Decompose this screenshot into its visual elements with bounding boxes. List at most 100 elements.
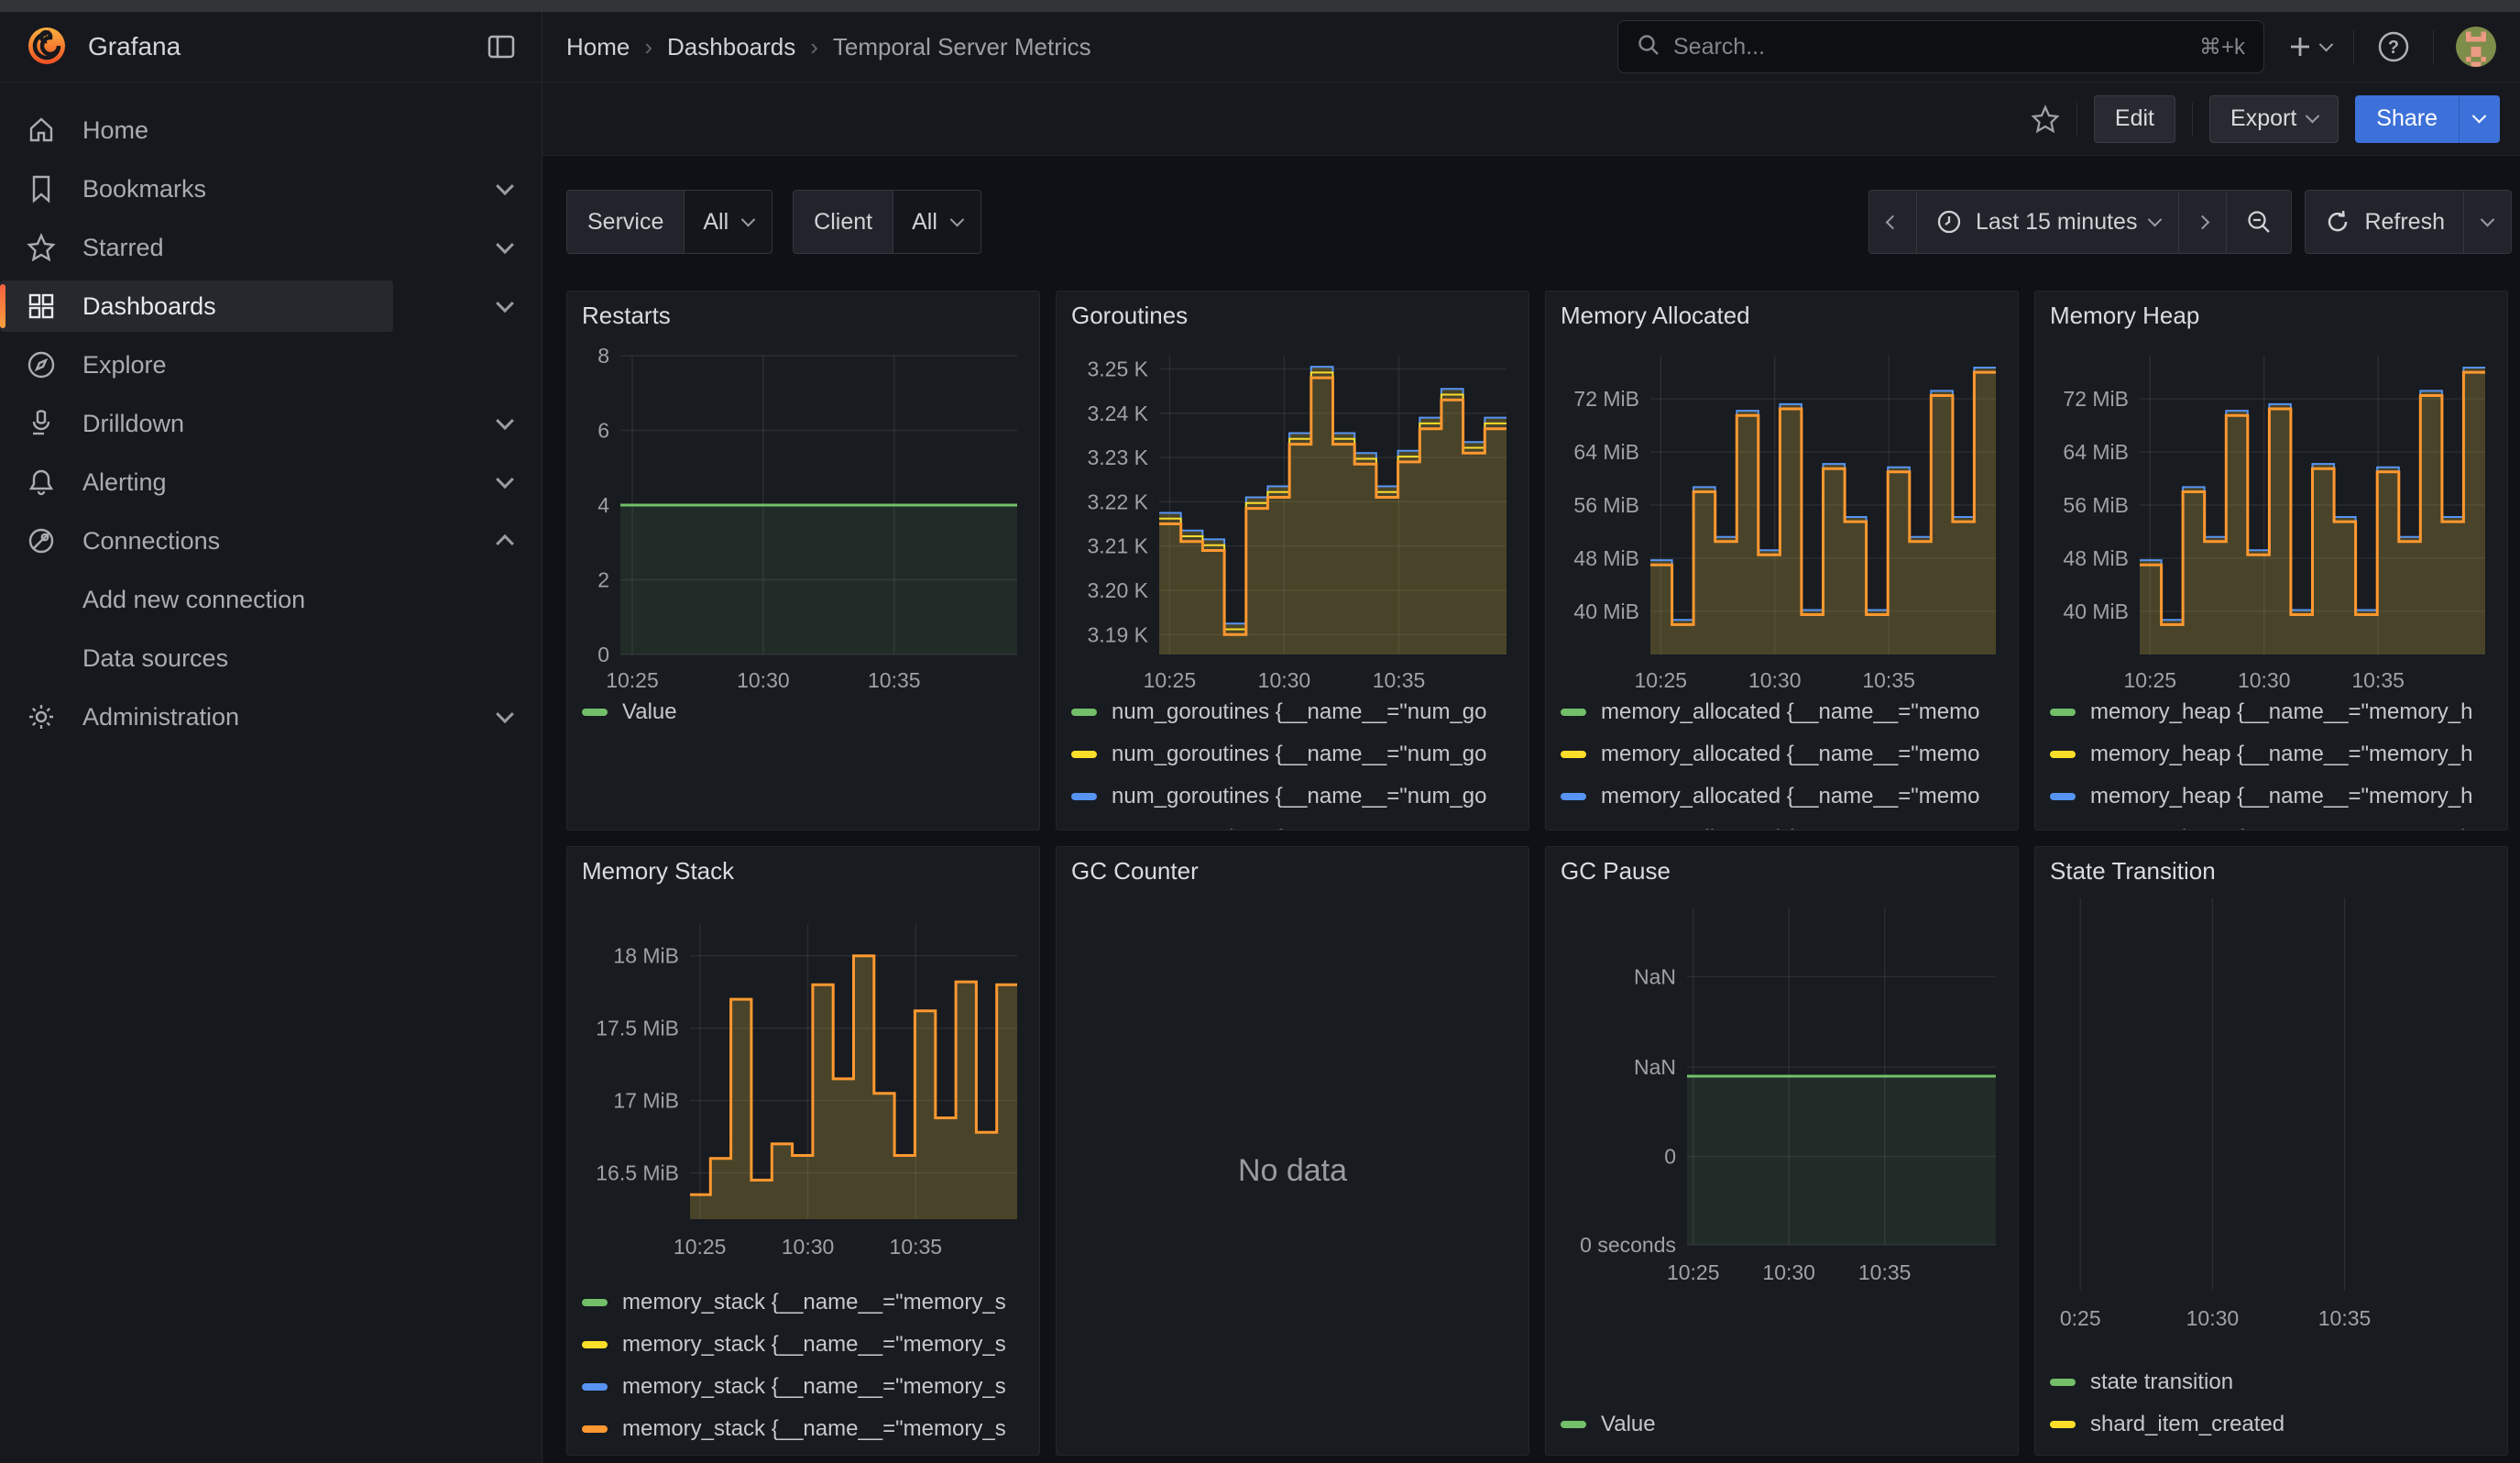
legend-series-marker bbox=[582, 1341, 608, 1348]
sidebar-item-dashboards[interactable]: Dashboards bbox=[0, 277, 542, 336]
svg-text:40 MiB: 40 MiB bbox=[1573, 600, 1639, 623]
legend-series-label: memory_heap {__name__="memory_h bbox=[2090, 826, 2472, 830]
share-split-button: Share bbox=[2355, 95, 2500, 143]
svg-text:10:35: 10:35 bbox=[868, 668, 921, 691]
panel-title[interactable]: State Transition bbox=[2050, 854, 2493, 887]
chart-plot[interactable]: 0:2510:3010:35 bbox=[2050, 887, 2494, 1346]
legend-item[interactable]: memory_heap {__name__="memory_h bbox=[2050, 818, 2493, 830]
legend-item[interactable]: num_goroutines {__name__="num_go bbox=[1071, 776, 1514, 818]
svg-text:NaN: NaN bbox=[1634, 1055, 1676, 1079]
grafana-app: Grafana Home › Dashboards › Temporal Ser… bbox=[0, 0, 2520, 1463]
star-dashboard-icon[interactable] bbox=[2031, 104, 2060, 134]
panel-title[interactable]: Memory Allocated bbox=[1561, 299, 2003, 332]
chevron-down-icon bbox=[496, 705, 514, 723]
app-title: Grafana bbox=[88, 32, 181, 61]
sidebar-item-bookmarks[interactable]: Bookmarks bbox=[0, 160, 542, 218]
sidebar-item-drilldown[interactable]: Drilldown bbox=[0, 394, 542, 453]
legend-item[interactable]: memory_heap {__name__="memory_h bbox=[2050, 691, 2493, 733]
zoom-out-button[interactable] bbox=[2227, 191, 2291, 253]
window-top-strip bbox=[0, 0, 2520, 12]
chart-plot[interactable]: 72 MiB64 MiB56 MiB48 MiB40 MiB10:2510:30… bbox=[1561, 332, 2005, 691]
sidebar-item-explore[interactable]: Explore bbox=[0, 336, 542, 394]
legend-item[interactable]: num_goroutines {__name__="num_go bbox=[1071, 818, 1514, 830]
share-menu-button[interactable] bbox=[2459, 95, 2500, 143]
legend-series-marker bbox=[582, 1383, 608, 1391]
legend-item[interactable]: memory_stack {__name__="memory_s bbox=[582, 1408, 1024, 1450]
panel-title[interactable]: Memory Stack bbox=[582, 854, 1024, 887]
sidebar-subitem-data-sources[interactable]: Data sources bbox=[0, 629, 542, 688]
sidebar-item-connections[interactable]: Connections bbox=[0, 512, 542, 570]
edit-button[interactable]: Edit bbox=[2094, 95, 2175, 143]
legend-item[interactable]: num_goroutines {__name__="num_go bbox=[1071, 691, 1514, 733]
time-range-picker[interactable]: Last 15 minutes bbox=[1917, 191, 2180, 253]
chart-plot[interactable]: 8642010:2510:3010:35 bbox=[582, 332, 1026, 691]
legend-item[interactable]: memory_allocated {__name__="memo bbox=[1561, 818, 2003, 830]
legend-item[interactable]: Value bbox=[582, 691, 1024, 733]
legend-series-marker bbox=[2050, 1421, 2076, 1428]
sidebar-subitem-add-new-connection[interactable]: Add new connection bbox=[0, 570, 542, 629]
avatar[interactable] bbox=[2456, 27, 2496, 67]
svg-text:NaN: NaN bbox=[1634, 964, 1676, 988]
legend-item[interactable]: memory_stack {__name__="memory_s bbox=[582, 1324, 1024, 1366]
chart-plot[interactable]: 72 MiB64 MiB56 MiB48 MiB40 MiB10:2510:30… bbox=[2050, 332, 2494, 691]
sidebar-item-home[interactable]: Home bbox=[0, 101, 542, 160]
time-shift-back-button[interactable] bbox=[1869, 191, 1917, 253]
sidebar-item-alerting[interactable]: Alerting bbox=[0, 453, 542, 512]
dashboard-toolbar: Edit Export Share bbox=[542, 82, 2520, 156]
sidebar-item-starred[interactable]: Starred bbox=[0, 218, 542, 277]
panel-legend: num_goroutines {__name__="num_gonum_goro… bbox=[1071, 691, 1514, 830]
legend-item[interactable]: memory_stack {__name__="memory_s bbox=[582, 1282, 1024, 1324]
panel-title[interactable]: Restarts bbox=[582, 299, 1024, 332]
svg-text:10:30: 10:30 bbox=[2238, 668, 2291, 691]
refresh-interval-button[interactable] bbox=[2464, 191, 2511, 253]
legend-item[interactable]: memory_heap {__name__="memory_h bbox=[2050, 776, 2493, 818]
chevron-down-icon bbox=[496, 294, 514, 313]
legend-item[interactable]: memory_allocated {__name__="memo bbox=[1561, 691, 2003, 733]
panel-memory-allocated: Memory Allocated72 MiB64 MiB56 MiB48 MiB… bbox=[1545, 291, 2019, 830]
panel-title[interactable]: GC Pause bbox=[1561, 854, 2003, 887]
chart-plot[interactable]: 18 MiB17.5 MiB17 MiB16.5 MiB10:2510:3010… bbox=[582, 887, 1026, 1282]
legend-item[interactable]: memory_heap {__name__="memory_h bbox=[2050, 733, 2493, 776]
panel-legend: memory_stack {__name__="memory_smemory_s… bbox=[582, 1282, 1024, 1455]
svg-text:10:25: 10:25 bbox=[1635, 668, 1688, 691]
help-icon[interactable]: ? bbox=[2376, 29, 2411, 64]
legend-series-label: num_goroutines {__name__="num_go bbox=[1112, 742, 1487, 767]
panel-gc-counter: GC CounterNo data bbox=[1056, 846, 1529, 1456]
gear-icon bbox=[26, 701, 57, 732]
legend-item[interactable]: state transition bbox=[2050, 1361, 2493, 1403]
refresh-button[interactable]: Refresh bbox=[2306, 191, 2464, 253]
legend-series-label: state transition bbox=[2090, 1370, 2233, 1395]
svg-text:48 MiB: 48 MiB bbox=[1573, 546, 1639, 570]
chevron-down-icon bbox=[2306, 109, 2320, 124]
export-button[interactable]: Export bbox=[2209, 95, 2339, 143]
chart-plot[interactable]: NaNNaN00 seconds10:2510:3010:35 bbox=[1561, 887, 2005, 1300]
sidebar-toggle-icon[interactable] bbox=[487, 33, 516, 60]
legend-item[interactable]: shard_item_created bbox=[2050, 1403, 2493, 1446]
breadcrumb-dashboards[interactable]: Dashboards bbox=[667, 33, 795, 61]
time-shift-forward-button[interactable] bbox=[2179, 191, 2227, 253]
chart-plot[interactable]: 3.25 K3.24 K3.23 K3.22 K3.21 K3.20 K3.19… bbox=[1071, 332, 1516, 691]
panel-title[interactable]: GC Counter bbox=[1071, 854, 1514, 887]
legend-item[interactable]: memory_stack {__name__="memory_s bbox=[582, 1366, 1024, 1408]
sidebar-item-administration[interactable]: Administration bbox=[0, 688, 542, 746]
add-new-button[interactable] bbox=[2286, 33, 2331, 60]
chevron-down-icon bbox=[496, 236, 514, 254]
svg-text:10:35: 10:35 bbox=[1862, 668, 1915, 691]
panel-grid: Restarts8642010:2510:3010:35ValueGorouti… bbox=[566, 291, 2512, 1456]
legend-item[interactable]: Value bbox=[1561, 1403, 2003, 1446]
legend-series-marker bbox=[2050, 709, 2076, 716]
legend-item[interactable]: num_goroutines {__name__="num_go bbox=[1071, 733, 1514, 776]
share-button[interactable]: Share bbox=[2355, 95, 2459, 143]
legend-item[interactable]: memory_allocated {__name__="memo bbox=[1561, 776, 2003, 818]
svg-text:64 MiB: 64 MiB bbox=[1573, 440, 1639, 464]
client-filter-value[interactable]: All bbox=[893, 191, 981, 253]
svg-text:10:25: 10:25 bbox=[1667, 1260, 1720, 1284]
svg-text:8: 8 bbox=[597, 344, 609, 368]
service-filter-value[interactable]: All bbox=[685, 191, 772, 253]
search-input[interactable]: Search... ⌘+k bbox=[1617, 20, 2264, 73]
legend-item[interactable]: memory_allocated {__name__="memo bbox=[1561, 733, 2003, 776]
breadcrumb-home[interactable]: Home bbox=[566, 33, 630, 61]
panel-title[interactable]: Goroutines bbox=[1071, 299, 1514, 332]
svg-text:10:35: 10:35 bbox=[890, 1235, 943, 1259]
panel-title[interactable]: Memory Heap bbox=[2050, 299, 2493, 332]
